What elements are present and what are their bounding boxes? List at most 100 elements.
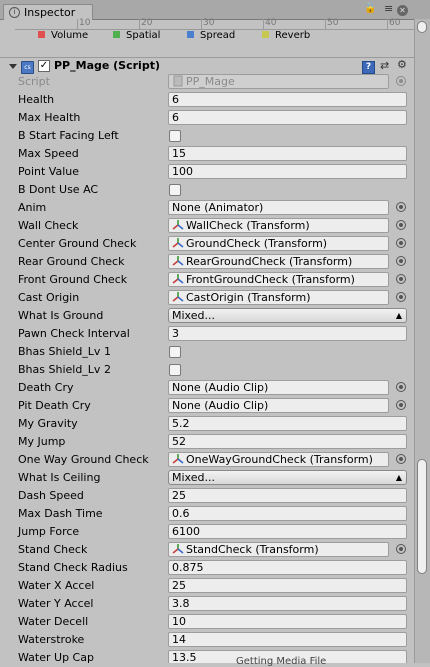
max-dash-time-input[interactable]: 0.6 xyxy=(168,506,407,521)
prop-label: Jump Force xyxy=(18,525,80,538)
pawn-check-interval-input[interactable]: 3 xyxy=(168,326,407,341)
wall-check-object-field[interactable]: WallCheck (Transform) xyxy=(168,218,389,233)
object-picker-icon[interactable] xyxy=(396,544,406,554)
max-health-input[interactable]: 6 xyxy=(168,110,407,125)
prop-front-ground-check: Front Ground Check FrontGroundCheck (Tra… xyxy=(0,271,415,289)
prop-wall-check: Wall Check WallCheck (Transform) xyxy=(0,217,415,235)
legend-reverb: Reverb xyxy=(262,30,310,42)
object-picker-icon[interactable] xyxy=(396,202,406,212)
script-file-icon xyxy=(172,75,184,87)
object-picker-icon[interactable] xyxy=(396,454,406,464)
object-picker-icon[interactable] xyxy=(396,382,406,392)
b-start-facing-left-checkbox[interactable] xyxy=(169,130,181,142)
prop-label: Bhas Shield_Lv 1 xyxy=(18,345,111,358)
prop-label: Anim xyxy=(18,201,47,214)
scroll-thumb[interactable] xyxy=(417,459,427,574)
legend-volume: Volume xyxy=(38,30,88,42)
max-speed-input[interactable]: 15 xyxy=(168,146,407,161)
prop-label: Water Y Accel xyxy=(18,597,94,610)
prop-label: Stand Check xyxy=(18,543,88,556)
prop-health: Health 6 xyxy=(0,91,415,109)
death-cry-object-field[interactable]: None (Audio Clip) xyxy=(168,380,389,395)
prop-pit-death-cry: Pit Death Cry None (Audio Clip) xyxy=(0,397,415,415)
transform-icon xyxy=(172,543,184,555)
prop-my-jump: My Jump 52 xyxy=(0,433,415,451)
b-dont-use-ac-checkbox[interactable] xyxy=(169,184,181,196)
lock-icon[interactable]: 🔒 xyxy=(364,3,376,14)
scroll-thumb-top[interactable] xyxy=(417,21,427,33)
settings-gear-icon[interactable]: ⚙ xyxy=(397,58,407,71)
transform-icon xyxy=(172,219,184,231)
one-way-ground-check-object-field[interactable]: OneWayGroundCheck (Transform) xyxy=(168,452,389,467)
stand-check-object-field[interactable]: StandCheck (Transform) xyxy=(168,542,389,557)
bhas-shield-lv1-checkbox[interactable] xyxy=(169,346,181,358)
prop-b-start-facing-left: B Start Facing Left xyxy=(0,127,415,145)
prop-anim: Anim None (Animator) xyxy=(0,199,415,217)
inspector-tabbar: i Inspector 🔒 ≡ ✕ xyxy=(0,0,430,20)
water-x-accel-input[interactable]: 25 xyxy=(168,578,407,593)
prop-stand-check-radius: Stand Check Radius 0.875 xyxy=(0,559,415,577)
prop-label: Health xyxy=(18,93,55,106)
prop-label: Max Dash Time xyxy=(18,507,103,520)
volume-swatch xyxy=(38,31,45,38)
prop-jump-force: Jump Force 6100 xyxy=(0,523,415,541)
prop-label: Pit Death Cry xyxy=(18,399,91,412)
ruler-tick: 60 xyxy=(389,18,401,28)
waterstroke-input[interactable]: 14 xyxy=(168,632,407,647)
vertical-scrollbar[interactable] xyxy=(414,19,430,663)
what-is-ceiling-dropdown[interactable]: Mixed... ▲ xyxy=(168,470,407,485)
pit-death-cry-object-field[interactable]: None (Audio Clip) xyxy=(168,398,389,413)
prop-what-is-ceiling: What Is Ceiling Mixed... ▲ xyxy=(0,469,415,487)
object-picker-icon[interactable] xyxy=(396,274,406,284)
prop-cast-origin: Cast Origin CastOrigin (Transform) xyxy=(0,289,415,307)
my-gravity-input[interactable]: 5.2 xyxy=(168,416,407,431)
prop-max-speed: Max Speed 15 xyxy=(0,145,415,163)
prop-label: What Is Ceiling xyxy=(18,471,101,484)
object-picker-icon[interactable] xyxy=(396,292,406,302)
foldout-arrow-icon[interactable] xyxy=(9,64,17,69)
prop-label: Bhas Shield_Lv 2 xyxy=(18,363,111,376)
spatial-swatch xyxy=(113,31,120,38)
rear-ground-check-object-field[interactable]: RearGroundCheck (Transform) xyxy=(168,254,389,269)
prop-one-way-ground-check: One Way Ground Check OneWayGroundCheck (… xyxy=(0,451,415,469)
object-picker-icon[interactable] xyxy=(396,400,406,410)
prop-max-health: Max Health 6 xyxy=(0,109,415,127)
water-y-accel-input[interactable]: 3.8 xyxy=(168,596,407,611)
prop-label: B Start Facing Left xyxy=(18,129,119,142)
component-enabled-checkbox[interactable]: ✓ xyxy=(38,60,50,72)
health-input[interactable]: 6 xyxy=(168,92,407,107)
prop-label: Pawn Check Interval xyxy=(18,327,130,340)
point-value-input[interactable]: 100 xyxy=(168,164,407,179)
object-picker-icon[interactable] xyxy=(396,220,406,230)
cast-origin-object-field[interactable]: CastOrigin (Transform) xyxy=(168,290,389,305)
close-icon[interactable]: ✕ xyxy=(397,5,408,16)
stand-check-radius-input[interactable]: 0.875 xyxy=(168,560,407,575)
dropdown-arrow-icon: ▲ xyxy=(395,473,402,482)
jump-force-input[interactable]: 6100 xyxy=(168,524,407,539)
water-decell-input[interactable]: 10 xyxy=(168,614,407,629)
front-ground-check-object-field[interactable]: FrontGroundCheck (Transform) xyxy=(168,272,389,287)
prop-b-dont-use-ac: B Dont Use AC xyxy=(0,181,415,199)
menu-icon[interactable]: ≡ xyxy=(384,2,393,15)
component-title: PP_Mage (Script) xyxy=(54,59,160,72)
object-picker-icon[interactable] xyxy=(396,256,406,266)
status-text: Getting Media File xyxy=(236,656,327,667)
prop-label: Water X Accel xyxy=(18,579,95,592)
my-jump-input[interactable]: 52 xyxy=(168,434,407,449)
bhas-shield-lv2-checkbox[interactable] xyxy=(169,364,181,376)
presets-icon[interactable]: ⇄ xyxy=(380,59,389,72)
prop-water-y-accel: Water Y Accel 3.8 xyxy=(0,595,415,613)
dash-speed-input[interactable]: 25 xyxy=(168,488,407,503)
object-picker-icon[interactable] xyxy=(396,238,406,248)
prop-label: Cast Origin xyxy=(18,291,80,304)
legend-spatial: Spatial xyxy=(113,30,160,42)
spread-swatch xyxy=(187,31,194,38)
prop-label: Waterstroke xyxy=(18,633,85,646)
anim-object-field[interactable]: None (Animator) xyxy=(168,200,389,215)
center-ground-check-object-field[interactable]: GroundCheck (Transform) xyxy=(168,236,389,251)
info-icon: i xyxy=(9,7,20,18)
prop-label: Max Health xyxy=(18,111,81,124)
prop-label: Center Ground Check xyxy=(18,237,137,250)
what-is-ground-dropdown[interactable]: Mixed... ▲ xyxy=(168,308,407,323)
prop-label: Rear Ground Check xyxy=(18,255,125,268)
